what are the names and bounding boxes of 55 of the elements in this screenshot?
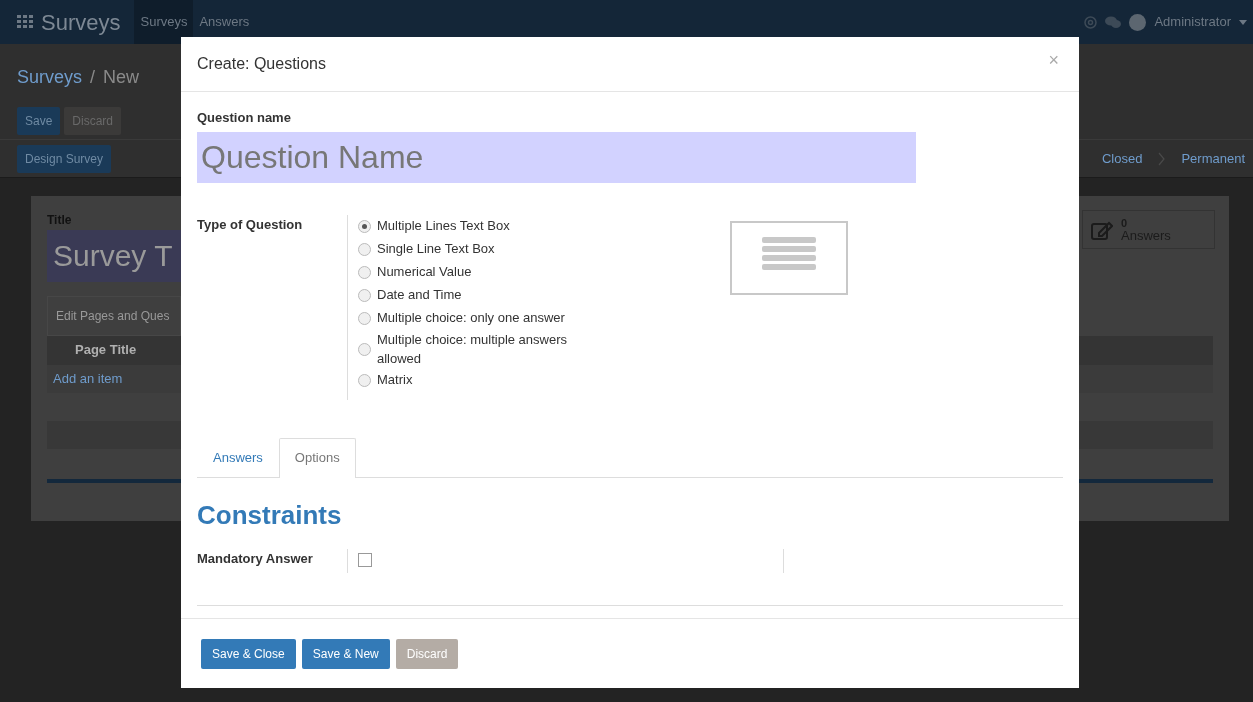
radio-button[interactable] xyxy=(358,265,371,279)
radio-button[interactable] xyxy=(358,373,371,387)
chevron-icon xyxy=(1158,151,1166,166)
question-name-field[interactable]: Question Name xyxy=(197,131,916,183)
add-item-link[interactable]: Add an item xyxy=(53,368,123,389)
status-stage[interactable]: Closed xyxy=(1101,148,1143,169)
at-sign-icon[interactable] xyxy=(1084,15,1098,29)
radio-button[interactable] xyxy=(358,242,371,256)
notebook-tab[interactable]: Edit Pages and Ques xyxy=(47,295,181,336)
radio-button[interactable] xyxy=(358,288,371,302)
caret-icon[interactable] xyxy=(1239,19,1247,25)
radio-button[interactable] xyxy=(358,342,371,356)
avatar-icon xyxy=(1129,13,1147,31)
app-brand[interactable]: Surveys xyxy=(41,5,121,39)
radio-label: Date and Time xyxy=(377,286,462,305)
radio-option[interactable]: Multiple choice: multiple answers allowed xyxy=(358,329,587,369)
radio-label: Single Line Text Box xyxy=(377,240,495,259)
breadcrumb-link[interactable]: Surveys xyxy=(17,64,83,91)
column-header: Page Title xyxy=(75,341,137,360)
chat-bubbles-icon[interactable] xyxy=(1105,15,1122,29)
radio-button[interactable] xyxy=(358,311,371,325)
field-label: Mandatory Answer xyxy=(197,549,314,568)
breadcrumb-current: New xyxy=(103,66,140,89)
title-field[interactable]: Survey T xyxy=(47,229,181,282)
radio-option[interactable]: Multiple choice: only one answer xyxy=(358,306,587,330)
radio-option[interactable]: Multiple Lines Text Box xyxy=(358,214,587,238)
radio-option[interactable]: Single Line Text Box xyxy=(358,237,587,261)
radio-option[interactable]: Numerical Value xyxy=(358,260,587,284)
edit-icon xyxy=(1091,219,1113,240)
close-button[interactable]: × xyxy=(1044,47,1063,74)
radio-label: Multiple Lines Text Box xyxy=(377,217,510,236)
radio-button[interactable] xyxy=(358,219,371,233)
status-stage[interactable]: Permanent xyxy=(1181,148,1245,169)
field-label: Question name xyxy=(197,109,292,127)
radio-label: Multiple choice: multiple answers allowed xyxy=(377,330,569,368)
radio-option[interactable]: Matrix xyxy=(358,368,587,392)
save-button[interactable]: Save xyxy=(17,107,61,135)
tab[interactable]: Options xyxy=(278,437,356,478)
checkbox[interactable] xyxy=(358,552,372,567)
menu-item[interactable]: Surveys xyxy=(134,0,194,44)
radio-label: Matrix xyxy=(377,371,413,390)
radio-label: Numerical Value xyxy=(377,263,472,282)
radio-option[interactable]: Date and Time xyxy=(358,283,587,307)
save-button[interactable]: Save & Close xyxy=(201,638,296,669)
text-lines-preview-icon xyxy=(730,220,848,295)
section-title: Constraints xyxy=(197,498,343,532)
apps-grid-icon[interactable] xyxy=(17,15,33,29)
dialog-title: Create: Questions xyxy=(197,54,326,74)
radio-label: Multiple choice: only one answer xyxy=(377,309,565,328)
field-label: Type of Question xyxy=(197,215,304,234)
breadcrumb-separator: / xyxy=(90,66,96,89)
save-button[interactable]: Save & New xyxy=(301,638,390,669)
user-menu[interactable]: Administrator xyxy=(1154,12,1231,32)
header-button[interactable]: Design Survey xyxy=(17,144,112,173)
tab[interactable]: Answers xyxy=(197,437,279,477)
